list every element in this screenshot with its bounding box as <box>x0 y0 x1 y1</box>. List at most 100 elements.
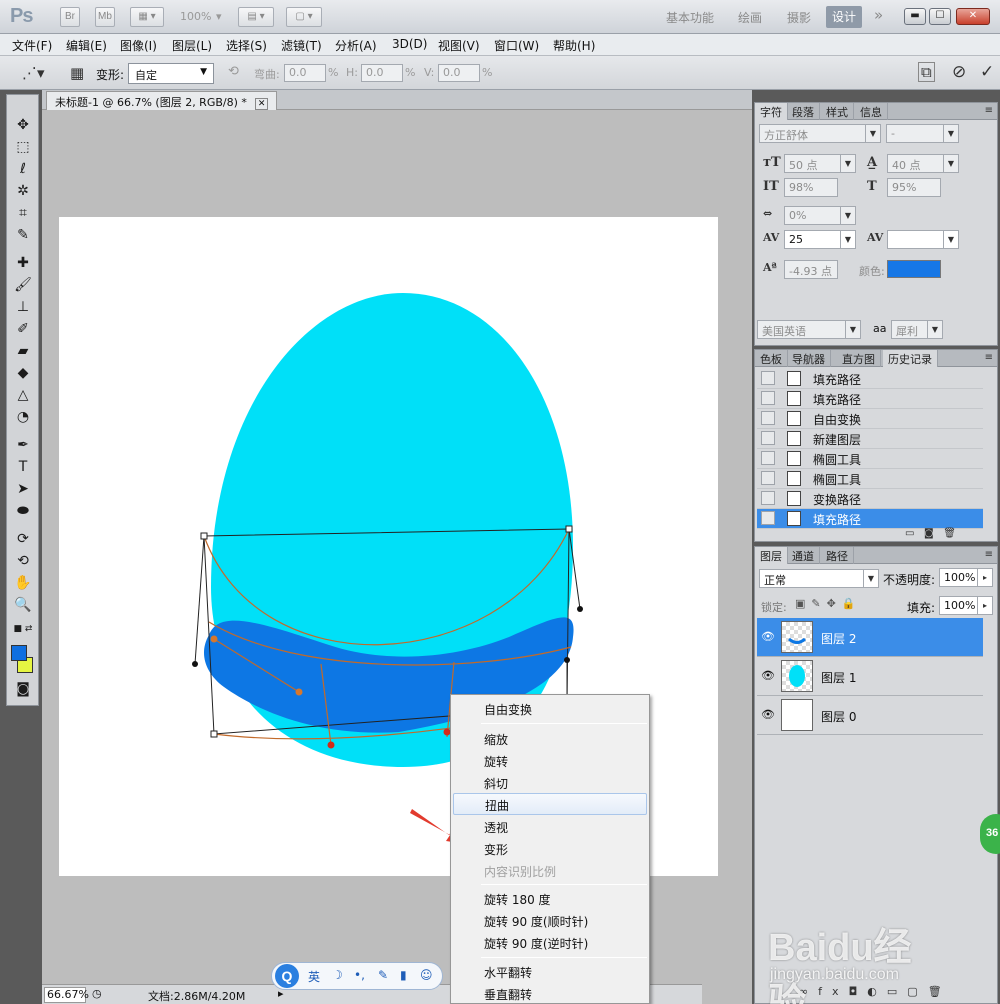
dodge-tool-icon[interactable]: ◔ <box>9 407 37 427</box>
quick-selection-tool-icon[interactable]: ✲ <box>9 181 37 201</box>
language-dropdown[interactable]: 美国英语 ▼ <box>757 320 861 339</box>
history-brush-source-checkbox[interactable] <box>761 391 775 405</box>
transform-tool-preset-icon[interactable]: ⋰▾ <box>22 64 45 82</box>
commit-transform-icon[interactable]: ✓ <box>980 62 994 82</box>
document-tab[interactable]: 未标题-1 @ 66.7% (图层 2, RGB/8) * ✕ <box>46 91 278 110</box>
ime-halfwidth-icon[interactable]: ☽ <box>332 968 343 982</box>
pen-tool-icon[interactable]: ✒ <box>9 435 37 455</box>
history-brush-source-checkbox[interactable] <box>761 491 775 505</box>
menu-item-rotate[interactable]: 旋转 <box>453 750 647 772</box>
menu-file[interactable]: 文件(F) <box>12 37 52 54</box>
foreground-color-swatch[interactable] <box>11 645 27 661</box>
lock-icons[interactable]: ▣✎✥🔒 <box>795 597 862 610</box>
ime-logo-icon[interactable]: Q <box>275 964 299 988</box>
fill-input[interactable]: 100% ▸ <box>939 596 993 615</box>
more-workspaces-icon[interactable]: » <box>874 6 883 24</box>
arrange-documents-button[interactable]: ▤ ▾ <box>238 7 274 27</box>
zoom-level[interactable]: 100% <box>180 10 211 23</box>
warp-orientation-icon[interactable]: ⟲ <box>228 64 239 79</box>
menu-layer[interactable]: 图层(L) <box>172 37 212 54</box>
visibility-eye-icon[interactable]: 👁 <box>761 669 775 682</box>
menu-item-scale[interactable]: 缩放 <box>453 728 647 750</box>
history-state-current[interactable]: 填充路径 <box>757 509 983 529</box>
eraser-tool-icon[interactable]: ▰ <box>9 341 37 361</box>
opacity-input[interactable]: 100% ▸ <box>939 568 993 587</box>
workspace-design[interactable]: 设计 <box>826 6 863 28</box>
create-snapshot-icon[interactable]: ◙ <box>924 528 934 539</box>
tracking-input[interactable]: 25 ▼ <box>784 230 856 249</box>
v-distort-input[interactable]: 0.0 <box>438 64 480 82</box>
tsume-input[interactable]: 0% ▼ <box>784 206 856 225</box>
menu-select[interactable]: 选择(S) <box>226 37 267 54</box>
layer-row[interactable]: 👁 图层 1 <box>757 657 983 696</box>
type-tool-icon[interactable]: T <box>9 457 37 477</box>
move-tool-icon[interactable]: ✥ <box>9 115 37 135</box>
font-size-input[interactable]: 50 点 ▼ <box>784 154 856 173</box>
history-state[interactable]: 椭圆工具 <box>757 449 983 469</box>
menu-view[interactable]: 视图(V) <box>438 37 480 54</box>
menu-3d[interactable]: 3D(D) <box>392 37 427 51</box>
menu-item-rotate-180[interactable]: 旋转 180 度 <box>453 888 647 910</box>
visibility-eye-icon[interactable]: 👁 <box>761 708 775 721</box>
blend-mode-dropdown[interactable]: 正常 ▼ <box>759 569 879 588</box>
warp-mode-toggle-icon[interactable]: ⧉ <box>918 62 935 82</box>
text-color-swatch[interactable] <box>887 260 941 278</box>
menu-item-skew[interactable]: 斜切 <box>453 772 647 794</box>
font-style-dropdown[interactable]: - ▼ <box>886 124 959 143</box>
history-brush-tool-icon[interactable]: ✐ <box>9 319 37 339</box>
antialias-dropdown[interactable]: 犀利 ▼ <box>891 320 943 339</box>
clone-stamp-tool-icon[interactable]: ⊥ <box>9 297 37 317</box>
menu-item-distort[interactable]: 扭曲 <box>453 793 647 815</box>
marquee-tool-icon[interactable]: ⬚ <box>9 137 37 157</box>
history-brush-source-checkbox[interactable] <box>761 371 775 385</box>
menu-help[interactable]: 帮助(H) <box>553 37 595 54</box>
close-button[interactable]: ✕ <box>956 8 990 25</box>
mini-bridge-button[interactable]: Mb <box>95 7 115 27</box>
blur-tool-icon[interactable]: △ <box>9 385 37 405</box>
history-brush-source-checkbox[interactable] <box>761 411 775 425</box>
paint-bucket-tool-icon[interactable]: ◆ <box>9 363 37 383</box>
workspace-photography[interactable]: 摄影 <box>787 9 811 26</box>
tab-layers[interactable]: 图层 <box>755 547 788 564</box>
menu-image[interactable]: 图像(I) <box>120 37 157 54</box>
layer-row[interactable]: 👁 图层 2 <box>757 618 983 657</box>
h-distort-input[interactable]: 0.0 <box>361 64 403 82</box>
tab-styles[interactable]: 样式 <box>821 103 854 120</box>
brush-tool-icon[interactable]: 🖌 <box>9 275 37 295</box>
zoom-input[interactable]: 66.67% <box>44 987 89 1003</box>
tab-paths[interactable]: 路径 <box>821 547 854 564</box>
minimize-button[interactable]: ▬ <box>904 8 926 25</box>
menu-edit[interactable]: 编辑(E) <box>66 37 107 54</box>
status-options-icon[interactable]: ◷ <box>92 987 102 1000</box>
tab-history[interactable]: 历史记录 <box>883 350 938 367</box>
ellipse-tool-icon[interactable]: ⬬ <box>9 501 37 521</box>
zoom-dropdown-arrow[interactable]: ▾ <box>216 10 222 23</box>
tab-character[interactable]: 字符 <box>755 103 788 120</box>
tab-channels[interactable]: 通道 <box>787 547 820 564</box>
kerning-dropdown[interactable]: ▼ <box>887 230 959 249</box>
visibility-eye-icon[interactable]: 👁 <box>761 630 775 643</box>
tab-paragraph[interactable]: 段落 <box>787 103 820 120</box>
3d-rotate-tool-icon[interactable]: ⟳ <box>9 529 37 549</box>
ime-emoji-icon[interactable]: ☺ <box>420 968 433 982</box>
side-badge[interactable]: 36 <box>980 814 1000 854</box>
menu-analysis[interactable]: 分析(A) <box>335 37 377 54</box>
menu-item-flip-horizontal[interactable]: 水平翻转 <box>453 961 647 983</box>
ime-clipboard-icon[interactable]: ▮ <box>400 968 407 982</box>
history-state[interactable]: 填充路径 <box>757 369 983 389</box>
ime-punctuation-icon[interactable]: •, <box>354 968 365 982</box>
default-colors-icon[interactable]: ■ ⇄ <box>9 619 37 639</box>
healing-brush-tool-icon[interactable]: ✚ <box>9 253 37 273</box>
menu-filter[interactable]: 滤镜(T) <box>281 37 322 54</box>
vertical-scale-input[interactable]: 98% <box>784 178 838 197</box>
quick-mask-icon[interactable]: ◙ <box>9 679 37 699</box>
workspace-painting[interactable]: 绘画 <box>738 9 762 26</box>
tab-swatches[interactable]: 色板 <box>755 350 788 367</box>
lasso-tool-icon[interactable]: ℓ <box>9 159 37 179</box>
layer-row[interactable]: 👁 图层 0 <box>757 696 983 735</box>
ime-tools-icon[interactable]: ✎ <box>378 968 388 982</box>
menu-item-flip-vertical[interactable]: 垂直翻转 <box>453 983 647 1004</box>
reference-point-icon[interactable]: ▦ <box>70 64 84 82</box>
leading-input[interactable]: 40 点 ▼ <box>887 154 959 173</box>
panel-menu-icon[interactable]: ≡ <box>985 352 993 363</box>
